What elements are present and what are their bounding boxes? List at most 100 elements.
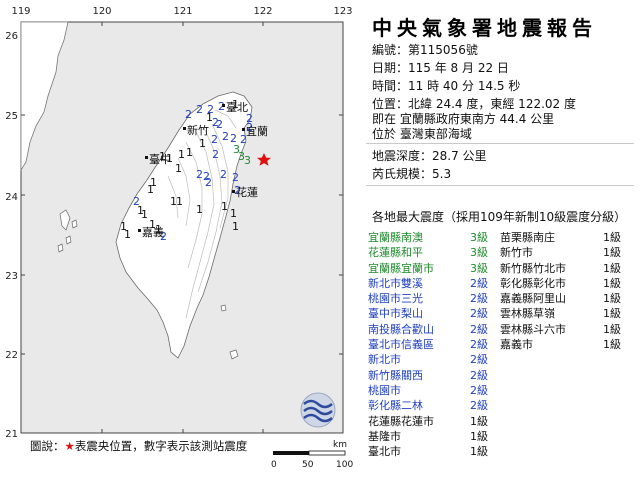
station-name: 新竹縣竹北市 <box>500 261 566 275</box>
longitude-label: 119 <box>11 6 30 17</box>
divider <box>366 143 634 144</box>
intensity-row: 嘉義市 1級 <box>500 337 621 352</box>
intensity-level: 1級 <box>603 307 621 321</box>
intensity-level: 2級 <box>470 368 488 382</box>
station-name: 宜蘭縣南澳 <box>368 231 423 244</box>
depth-row: 地震深度：28.7 公里 <box>372 149 487 164</box>
station-intensity-value: 2 <box>220 168 227 181</box>
latitude-label: 26 <box>5 31 18 42</box>
station-intensity-value: 2 <box>196 103 203 116</box>
intensity-header: 各地最大震度（採用109年新制10級震度分級） <box>372 210 627 224</box>
position-value: 北緯 24.4 度，東經 122.02 度 <box>408 97 576 111</box>
station-name: 彰化縣二林 <box>368 399 423 413</box>
city-label-hsinchu: 新竹 <box>187 123 209 137</box>
station-intensity-value: 1 <box>147 183 154 196</box>
station-intensity-value: 1 <box>175 162 182 175</box>
scale-label-0: 0 <box>271 460 277 470</box>
depth-label: 地震深度： <box>372 149 433 163</box>
station-intensity-value: 1 <box>178 148 185 161</box>
time-row: 時間：11 時 40 分 14.5 秒 <box>372 79 520 94</box>
city-label-hualien: 花蓮 <box>236 185 258 199</box>
station-intensity-value: 2 <box>205 176 212 189</box>
intensity-row: 臺中市梨山 2級 <box>368 306 488 321</box>
legend-description: 表震央位置，數字表示該測站震度 <box>74 439 248 453</box>
station-name: 桃園市三光 <box>368 292 423 306</box>
position-label: 位置： <box>372 97 409 111</box>
intensity-row: 苗栗縣南庄 1級 <box>500 230 621 245</box>
station-name: 新北市 <box>368 353 401 367</box>
intensity-row: 新北市 2級 <box>368 352 488 367</box>
divider <box>366 185 634 186</box>
intensity-row: 雲林縣斗六市 1級 <box>500 322 621 337</box>
city-label-yilan: 宜蘭 <box>246 124 268 138</box>
station-intensity-value: 2 <box>133 195 140 208</box>
scale-label-50: 50 <box>302 460 314 470</box>
intensity-row: 臺北市信義區 2級 <box>368 337 488 352</box>
station-intensity-value: 2 <box>232 171 239 184</box>
station-intensity-value: 1 <box>176 195 183 208</box>
station-name: 新竹市 <box>500 246 533 260</box>
station-intensity-value: 2 <box>212 148 219 161</box>
station-intensity-value: 1 <box>221 200 228 213</box>
intensity-row: 新竹縣關西 2級 <box>368 368 488 383</box>
station-intensity-value: 3 <box>244 154 251 167</box>
intensity-level: 2級 <box>470 322 488 336</box>
intensity-level: 1級 <box>603 231 621 244</box>
latitude-label: 25 <box>5 111 18 122</box>
latitude-label: 21 <box>5 429 18 440</box>
station-intensity-value: 1 <box>232 220 239 233</box>
station-intensity-value: 1 <box>230 207 237 220</box>
location-line-2: 位於 臺灣東部海域 <box>372 127 472 141</box>
latitude-label: 23 <box>5 271 18 282</box>
city-label-taichung: 臺中 <box>149 152 171 166</box>
intensity-level: 3級 <box>470 231 488 244</box>
station-intensity-value: 3 <box>233 143 240 156</box>
intensity-level: 1級 <box>603 276 621 290</box>
position-row: 位置：北緯 24.4 度，東經 122.02 度 <box>372 97 576 112</box>
intensity-row: 臺北市 1級 <box>368 444 488 459</box>
magnitude-row: 芮氏規模：5.3 <box>372 167 451 182</box>
station-name: 雲林縣草嶺 <box>500 307 555 321</box>
intensity-level: 2級 <box>470 307 488 321</box>
station-intensity-value: 2 <box>211 133 218 146</box>
report-number-row: 編號：第115056號 <box>372 43 478 58</box>
station-intensity-value: 2 <box>196 168 203 181</box>
legend-star-icon: ★ <box>64 439 75 453</box>
scale-label-100: 100 <box>336 460 353 470</box>
intensity-level: 1級 <box>603 322 621 336</box>
station-name: 新北市雙溪 <box>368 276 423 290</box>
intensity-row: 宜蘭縣南澳 3級 <box>368 230 488 245</box>
latitude-label: 22 <box>5 350 18 361</box>
intensity-row: 新竹市 1級 <box>500 245 621 260</box>
intensity-level: 2級 <box>470 353 488 367</box>
station-name: 宜蘭縣宜蘭市 <box>368 261 434 275</box>
magnitude-label: 芮氏規模： <box>372 167 433 181</box>
intensity-level: 2級 <box>470 399 488 413</box>
station-intensity-value: 1 <box>124 228 131 241</box>
intensity-level: 1級 <box>470 429 488 443</box>
intensity-row: 新竹縣竹北市 1級 <box>500 261 621 276</box>
time-label: 時間： <box>372 79 409 93</box>
map-legend: 圖說：★表震央位置，數字表示該測站震度 <box>30 438 247 454</box>
intensity-level: 1級 <box>470 445 488 459</box>
depth-value: 28.7 公里 <box>432 149 487 163</box>
intensity-level: 2級 <box>470 292 488 306</box>
intensity-row: 桃園市 2級 <box>368 383 488 398</box>
report-number-value: 第115056號 <box>408 43 478 57</box>
legend-prefix: 圖說： <box>30 439 65 453</box>
station-name: 嘉義縣阿里山 <box>500 292 566 306</box>
station-intensity-value: 2 <box>222 130 229 143</box>
latitude-label: 24 <box>5 192 18 203</box>
intensity-row: 宜蘭縣宜蘭市 3級 <box>368 261 488 276</box>
scale-bar: km 0 50 100 <box>271 440 353 470</box>
intensity-level: 3級 <box>470 246 488 260</box>
station-intensity-value: 1 <box>186 146 193 159</box>
intensity-level: 1級 <box>603 292 621 306</box>
green-island <box>220 304 227 312</box>
cwa-logo <box>300 392 336 428</box>
intensity-row: 基隆市 1級 <box>368 429 488 444</box>
longitude-label: 123 <box>333 6 352 17</box>
station-name: 苗栗縣南庄 <box>500 231 555 244</box>
longitude-labels: 119 120 121 122 123 <box>11 6 352 17</box>
intensity-level: 1級 <box>603 338 621 352</box>
